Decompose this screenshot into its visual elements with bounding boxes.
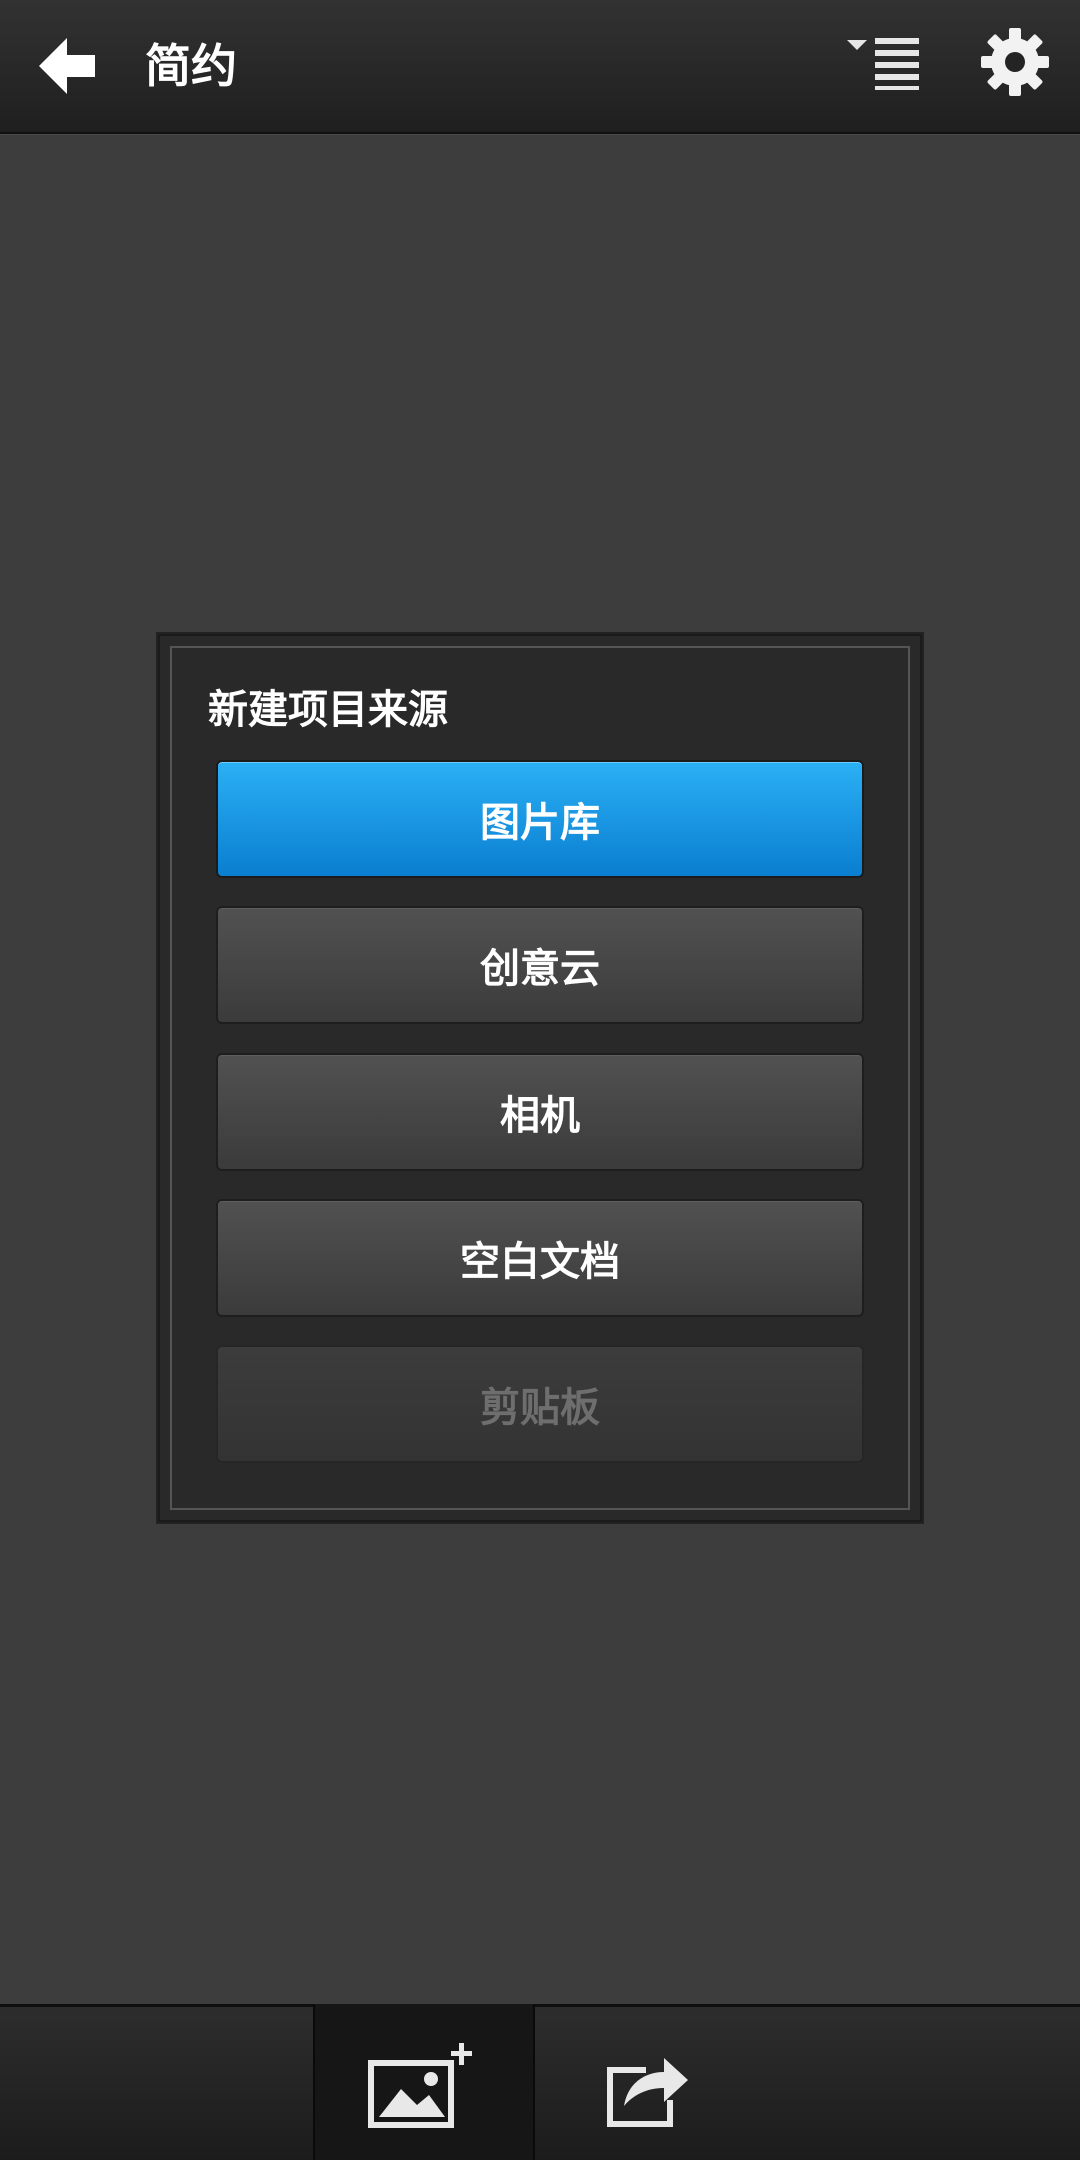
creative-cloud-button[interactable]: 创意云 — [216, 906, 864, 1024]
camera-button[interactable]: 相机 — [216, 1053, 864, 1171]
image-library-button[interactable]: 图片库 — [216, 760, 864, 878]
arrow-left-icon — [39, 38, 97, 98]
share-icon — [606, 2048, 690, 2132]
menu-button[interactable] — [838, 30, 930, 100]
gear-icon — [981, 28, 1049, 100]
clipboard-button: 剪贴板 — [216, 1345, 864, 1463]
add-image-button[interactable] — [362, 2040, 482, 2140]
blank-document-button[interactable]: 空白文档 — [216, 1199, 864, 1317]
share-button[interactable] — [600, 2040, 696, 2140]
page-title: 简约 — [145, 39, 237, 93]
settings-button[interactable] — [975, 24, 1055, 104]
bottom-toolbar — [0, 2004, 1080, 2160]
add-image-icon — [367, 2043, 477, 2137]
back-button[interactable] — [28, 30, 108, 106]
list-sort-icon — [847, 36, 921, 94]
dialog-title: 新建项目来源 — [208, 687, 448, 733]
